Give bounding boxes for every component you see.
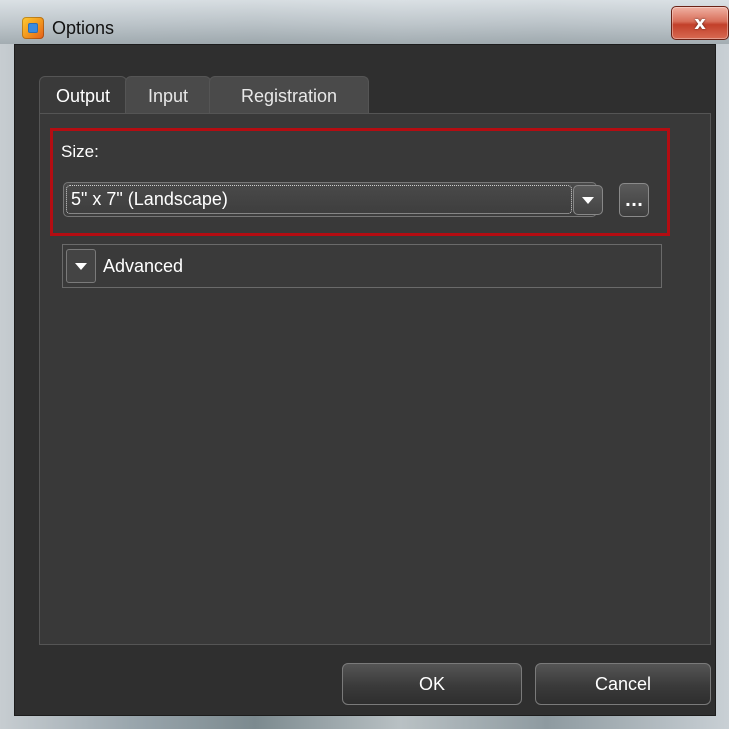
tab-output-label: Output	[55, 85, 111, 106]
browse-size-button[interactable]: ...	[619, 183, 649, 217]
options-window: Options x Output Input Registration Size…	[0, 0, 729, 729]
size-dropdown-value: 5" x 7" (Landscape)	[66, 185, 572, 214]
chevron-down-icon	[75, 262, 87, 270]
dialog-body: Output Input Registration Size: 5" x 7" …	[14, 44, 716, 716]
size-dropdown-arrow[interactable]	[573, 185, 603, 215]
size-label: Size:	[61, 142, 99, 161]
window-title: Options	[52, 18, 115, 38]
cancel-button[interactable]: Cancel	[535, 663, 711, 705]
chevron-down-icon	[582, 196, 594, 204]
tab-input-label: Input	[147, 85, 189, 106]
advanced-label: Advanced	[103, 256, 184, 276]
output-panel: Size: 5" x 7" (Landscape) ... Advanced	[39, 113, 711, 645]
close-button[interactable]: x	[671, 6, 729, 40]
close-icon: x	[694, 12, 706, 34]
ok-button[interactable]: OK	[342, 663, 522, 705]
tab-input[interactable]: Input	[125, 76, 211, 115]
tab-registration[interactable]: Registration	[209, 76, 369, 115]
advanced-expander[interactable]: Advanced	[62, 244, 662, 288]
title-bar[interactable]: Options x	[0, 0, 729, 44]
tab-output[interactable]: Output	[39, 76, 127, 115]
app-icon	[22, 17, 44, 39]
tab-registration-label: Registration	[240, 85, 338, 106]
size-dropdown[interactable]: 5" x 7" (Landscape)	[63, 182, 597, 217]
advanced-toggle[interactable]	[66, 249, 96, 283]
